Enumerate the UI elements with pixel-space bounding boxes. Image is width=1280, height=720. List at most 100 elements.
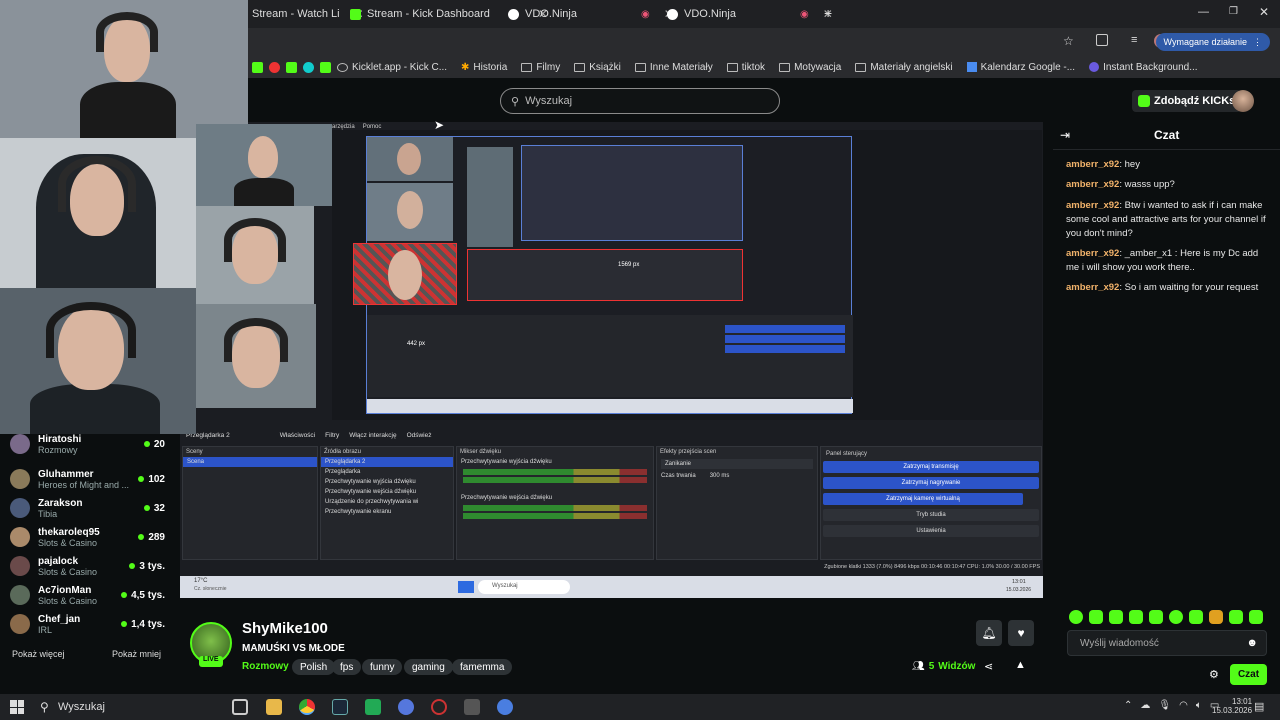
close-window-icon[interactable]: ✕ xyxy=(1259,5,1269,19)
sidebar-channel[interactable]: Gluhammer Heroes of Might and ... 102 xyxy=(10,467,165,491)
new-tab-button[interactable]: + xyxy=(824,5,832,21)
chat-username[interactable]: amberr_x92 xyxy=(1066,248,1119,259)
game-icon[interactable] xyxy=(464,699,480,715)
windows-start-icon[interactable] xyxy=(10,700,24,714)
emote-icon[interactable] xyxy=(1209,610,1223,624)
wifi-icon[interactable]: ◠ xyxy=(1179,700,1188,711)
sidebar-channel[interactable]: pajalock Slots & Casino 3 tys. xyxy=(10,554,165,578)
obs-source-item[interactable]: Przechwytywanie wyjścia dźwięku xyxy=(321,477,453,487)
emote-icon[interactable] xyxy=(1229,610,1243,624)
extensions-icon[interactable] xyxy=(1096,34,1108,46)
bookmark-tiktok[interactable]: tiktok xyxy=(726,62,765,73)
tab-vdo-ninja-1[interactable]: VDO.Ninja ◉ ✕ xyxy=(508,4,674,24)
obs-icon[interactable] xyxy=(431,699,447,715)
obs-stop-virtualcam-button[interactable]: Zatrzymaj kamerę wirtualną xyxy=(823,493,1023,505)
obs-stop-recording-button[interactable]: Zatrzymaj nagrywanie xyxy=(823,477,1039,489)
obs-studio-mode-button[interactable]: Tryb studia xyxy=(823,509,1039,521)
chat-settings-icon[interactable]: ⚙ xyxy=(1209,668,1219,681)
bookmark-instant-background[interactable]: Instant Background... xyxy=(1089,62,1198,73)
collapse-chat-icon[interactable]: ⇥ xyxy=(1060,128,1070,142)
stream-tag[interactable]: funny xyxy=(362,659,403,675)
emote-icon[interactable] xyxy=(1249,610,1263,624)
obs-filters-button[interactable]: Filtry xyxy=(325,432,339,439)
obs-source-item[interactable]: Przeglądarka 2 xyxy=(321,457,453,467)
bookmark-inne[interactable]: Inne Materiały xyxy=(634,62,713,73)
chat-username[interactable]: amberr_x92 xyxy=(1066,179,1119,190)
steam-icon[interactable] xyxy=(332,699,348,715)
stream-category-link[interactable]: Rozmowy xyxy=(242,661,289,672)
emote-icon[interactable] xyxy=(1089,610,1103,624)
show-less-link[interactable]: Pokaż mniej xyxy=(112,649,161,659)
obs-properties-button[interactable]: Właściwości xyxy=(280,432,315,439)
task-view-icon[interactable] xyxy=(232,699,248,715)
emoji-icon[interactable]: ☻ xyxy=(1246,637,1258,649)
media-icon[interactable]: ≡ xyxy=(1131,34,1137,46)
obs-settings-button[interactable]: Ustawienia xyxy=(823,525,1039,537)
notifications-icon[interactable]: ▤ xyxy=(1254,700,1264,713)
chat-send-button[interactable]: Czat xyxy=(1230,664,1267,685)
sidebar-channel[interactable]: thekaroleq95 Slots & Casino 289 xyxy=(10,525,165,549)
restore-icon[interactable]: ❐ xyxy=(1229,6,1238,17)
vdo-app-icon[interactable] xyxy=(398,699,414,715)
bookmark-icon-1[interactable] xyxy=(252,61,263,73)
app-icon[interactable] xyxy=(365,699,381,715)
obs-interact-button[interactable]: Włącz interakcję xyxy=(349,432,396,439)
chat-username[interactable]: amberr_x92 xyxy=(1066,282,1119,293)
stream-tag[interactable]: Polish xyxy=(292,659,336,675)
bookmark-kalendarz[interactable]: Kalendarz Google -... xyxy=(966,62,1075,73)
vdo-app-icon[interactable] xyxy=(497,699,513,715)
bookmark-ksiazki[interactable]: Książki xyxy=(574,62,621,73)
sidebar-channel[interactable]: Chef_jan IRL 1,4 tys. xyxy=(10,612,165,636)
bookmark-materialy-angielski[interactable]: Materiały angielski xyxy=(855,62,953,73)
bookmark-historia[interactable]: ✱ Historia xyxy=(461,62,507,73)
emote-icon[interactable] xyxy=(1149,610,1163,624)
bookmark-icon-2[interactable] xyxy=(269,61,280,73)
obs-source-item[interactable]: Urządzenie do przechwytywania wi xyxy=(321,497,453,507)
chat-username[interactable]: amberr_x92 xyxy=(1066,159,1119,170)
star-icon[interactable]: ☆ xyxy=(1063,34,1074,48)
emote-icon[interactable] xyxy=(1109,610,1123,624)
get-kicks-button[interactable]: Zdobądź KICKs xyxy=(1132,90,1242,112)
obs-source-item[interactable]: Przechwytywanie wejścia dźwięku xyxy=(321,487,453,497)
notifications-button[interactable]: 🔔︎ xyxy=(976,620,1002,646)
volume-icon[interactable]: 🔈︎ xyxy=(1196,700,1202,711)
obs-scene-item[interactable]: Scena xyxy=(183,457,317,467)
taskbar-search-input[interactable]: Wyszukaj xyxy=(58,701,105,713)
stream-tag[interactable]: gaming xyxy=(404,659,453,675)
bookmark-icon-3[interactable] xyxy=(286,61,297,73)
bookmark-icon-4[interactable] xyxy=(303,61,314,73)
tab-vdo-ninja-2[interactable]: VDO.Ninja ◉ ✕ xyxy=(667,4,833,24)
required-action-button[interactable]: Wymagane działanie ⋮ xyxy=(1155,33,1270,51)
cloud-icon[interactable]: ☁ xyxy=(1140,700,1150,711)
taskbar-clock[interactable]: 13:01 15.03.2026 xyxy=(1212,697,1252,715)
sidebar-channel[interactable]: Hiratoshi Rozmowy 20 xyxy=(10,432,165,456)
chat-message-input[interactable]: Wyślij wiadomość ☻ xyxy=(1067,630,1267,656)
report-icon[interactable]: ▲ xyxy=(1015,659,1026,671)
streamer-name[interactable]: ShyMike100 xyxy=(242,620,328,637)
obs-source-item[interactable]: Przechwytywanie ekranu xyxy=(321,507,453,517)
stream-tag[interactable]: fps xyxy=(332,659,362,675)
obs-stop-stream-button[interactable]: Zatrzymaj transmisję xyxy=(823,461,1039,473)
tray-chevron-icon[interactable]: ⌃ xyxy=(1124,700,1132,711)
show-more-link[interactable]: Pokaż więcej xyxy=(12,649,65,659)
tab-stream-watch[interactable]: Stream - Watch Li ✕ xyxy=(252,4,364,24)
chat-username[interactable]: amberr_x92 xyxy=(1066,200,1119,211)
mic-icon[interactable]: 🎙︎ xyxy=(1158,700,1171,711)
bookmark-icon-5[interactable] xyxy=(320,61,331,73)
emote-icon[interactable] xyxy=(1069,610,1083,624)
emote-icon[interactable] xyxy=(1169,610,1183,624)
stream-tag[interactable]: famemma xyxy=(452,659,513,675)
obs-source-item[interactable]: Przeglądarka xyxy=(321,467,453,477)
sidebar-channel[interactable]: Zarakson Tibia 32 xyxy=(10,496,165,520)
bookmark-filmy[interactable]: Filmy xyxy=(521,62,560,73)
search-input[interactable]: ⚲ Wyszukaj xyxy=(500,88,780,114)
minimize-icon[interactable]: — xyxy=(1198,6,1209,18)
bookmark-motywacja[interactable]: Motywacja xyxy=(779,62,841,73)
chrome-icon[interactable] xyxy=(299,699,315,715)
user-avatar[interactable] xyxy=(1232,90,1254,112)
obs-duration-input[interactable]: 300 ms xyxy=(710,473,730,479)
obs-transition-select[interactable]: Zanikanie xyxy=(661,459,813,469)
obs-refresh-button[interactable]: Odśwież xyxy=(407,432,432,439)
emote-icon[interactable] xyxy=(1189,610,1203,624)
bookmark-kicklet[interactable]: Kicklet.app - Kick C... xyxy=(337,62,447,73)
